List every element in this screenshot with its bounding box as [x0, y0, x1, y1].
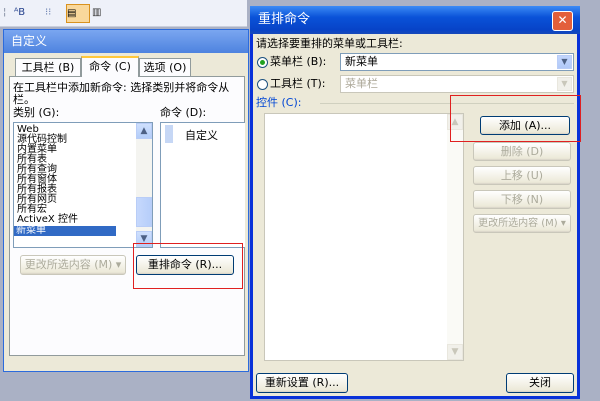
scroll-thumb[interactable]: [136, 197, 152, 227]
list-icon[interactable]: ⁝⁝: [45, 4, 67, 21]
customize-instruction-cont: 栏。: [13, 93, 35, 106]
menubar-label: 菜单栏 (B):: [270, 55, 327, 68]
customize-instruction: 在工具栏中添加新命令: 选择类别并将命令从: [13, 82, 230, 94]
tab-options[interactable]: 选项 (O): [139, 58, 191, 76]
customize-title: 自定义: [4, 30, 248, 53]
close-icon[interactable]: ✕: [552, 11, 573, 31]
command-label: 命令 (D):: [160, 106, 207, 119]
controls-label: 控件 (C):: [256, 96, 302, 109]
toolbar-radio[interactable]: [257, 79, 268, 90]
parent-toolbar: ¦ ᴬB ⁝⁝ ▤ ▥: [0, 0, 247, 27]
close-button[interactable]: 关闭: [506, 373, 574, 393]
chevron-down-icon[interactable]: ▼: [557, 77, 572, 91]
tab-toolbars[interactable]: 工具栏 (B): [15, 58, 81, 76]
toolbar-select[interactable]: 菜单栏 ▼: [340, 75, 574, 93]
list-item[interactable]: ActiveX 控件: [17, 215, 78, 225]
scroll-down-icon[interactable]: ▼: [136, 231, 152, 247]
toolbar-grip: ¦: [3, 7, 7, 18]
category-listbox[interactable]: Web 源代码控制 内置菜单 所有表 所有查询 所有窗体 所有报表 所有网页 所…: [13, 122, 153, 248]
reset-button[interactable]: 重新设置 (R)...: [256, 373, 348, 393]
menubar-value: 新菜单: [345, 55, 378, 68]
rearrange-prompt: 请选择要重排的菜单或工具栏:: [256, 37, 403, 50]
rearrange-title: 重排命令: [250, 6, 580, 34]
toolbar-label: 工具栏 (T):: [270, 77, 326, 90]
chevron-down-icon[interactable]: ▼: [557, 55, 572, 69]
scroll-down-icon[interactable]: ▼: [447, 344, 463, 360]
details-view-icon[interactable]: ▤: [66, 4, 90, 23]
move-down-button[interactable]: 下移 (N): [473, 190, 571, 209]
toolbar-value: 菜单栏: [345, 77, 378, 90]
controls-groupbox-line: [320, 103, 574, 104]
modify-selection-button[interactable]: 更改所选内容 (M) ▾: [20, 255, 126, 275]
command-icon: [165, 125, 173, 143]
controls-scrollbar[interactable]: ▲ ▼: [447, 114, 463, 360]
font-format-icon[interactable]: ᴬB: [14, 4, 38, 21]
category-label: 类别 (G):: [13, 106, 60, 119]
list-item-selected[interactable]: 新菜单: [14, 226, 116, 236]
add-button[interactable]: 添加 (A)...: [480, 116, 570, 135]
delete-button[interactable]: 删除 (D): [473, 142, 571, 161]
scroll-up-icon[interactable]: ▲: [136, 123, 152, 139]
modify-selection-button-2[interactable]: 更改所选内容 (M) ▾: [473, 214, 571, 233]
scroll-up-icon[interactable]: ▲: [447, 114, 463, 130]
tab-commands[interactable]: 命令 (C): [81, 56, 139, 77]
command-listbox[interactable]: 自定义: [160, 122, 245, 248]
menubar-select[interactable]: 新菜单 ▼: [340, 53, 574, 71]
menubar-radio[interactable]: [257, 57, 268, 68]
rearrange-commands-button[interactable]: 重排命令 (R)...: [136, 255, 234, 275]
category-scrollbar[interactable]: ▲ ▼: [136, 123, 152, 247]
controls-listbox[interactable]: ▲ ▼: [264, 113, 464, 361]
table-icon[interactable]: ▥: [92, 4, 112, 21]
move-up-button[interactable]: 上移 (U): [473, 166, 571, 185]
list-item[interactable]: 自定义: [185, 127, 218, 143]
